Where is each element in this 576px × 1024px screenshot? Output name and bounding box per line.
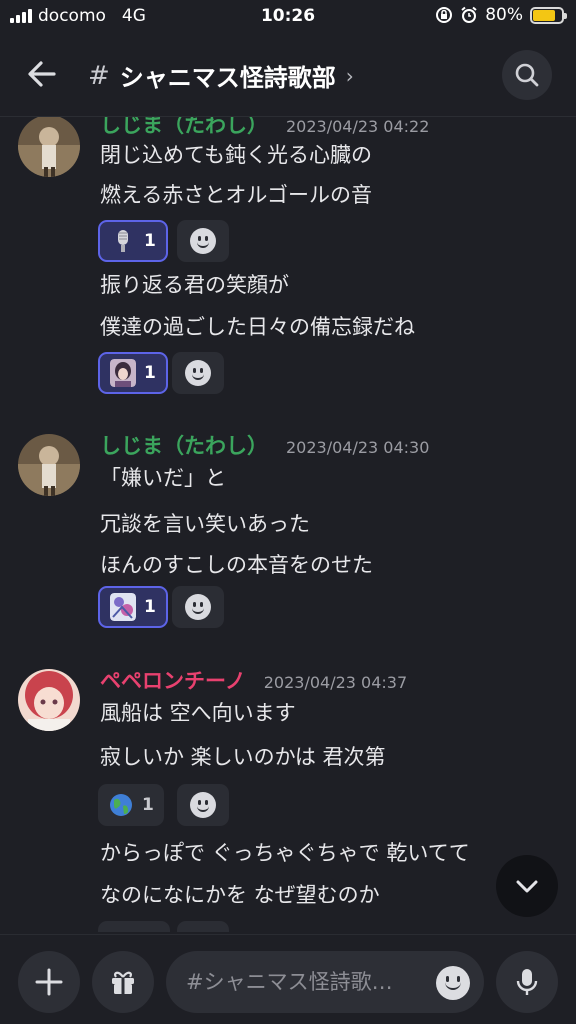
message-line: 燃える赤さとオルゴールの音 <box>100 183 372 207</box>
plus-icon <box>35 968 63 996</box>
channel-name: シャニマス怪詩歌部 <box>119 64 336 92</box>
add-reaction-button[interactable] <box>177 220 229 262</box>
message-line: からっぽで ぐっちゃぐちゃで 乾いてて <box>100 841 470 865</box>
message-input-container[interactable] <box>166 951 484 1013</box>
avatar[interactable] <box>18 434 80 496</box>
chevron-down-icon <box>516 880 538 893</box>
reaction-button[interactable]: 1 <box>98 586 168 628</box>
avatar[interactable] <box>18 669 80 731</box>
add-attachment-button[interactable] <box>18 951 80 1013</box>
chevron-right-icon: › <box>345 63 354 88</box>
search-icon <box>515 63 539 87</box>
jump-to-bottom-button[interactable] <box>496 855 558 917</box>
author-name[interactable]: ペペロンチーノ <box>100 665 246 695</box>
message-line: 振り返る君の笑顔が <box>100 273 289 297</box>
add-reaction-button[interactable] <box>177 784 229 826</box>
message-line: 僕達の過ごした日々の備忘録だね <box>100 315 415 339</box>
message-line: 寂しいか 楽しいのかは 君次第 <box>100 745 386 769</box>
back-button[interactable] <box>24 56 60 92</box>
timestamp: 2023/04/23 04:30 <box>286 438 430 457</box>
microphone-icon <box>516 969 538 995</box>
gift-button[interactable] <box>92 951 154 1013</box>
smiley-icon <box>185 594 211 620</box>
voice-message-button[interactable] <box>496 951 558 1013</box>
message-line: ほんのすこしの本音をのせた <box>100 553 373 577</box>
reaction-button-partial[interactable] <box>98 921 170 932</box>
author-name[interactable]: しじま（たわし） <box>100 117 268 139</box>
add-reaction-button[interactable] <box>172 352 224 394</box>
message-list[interactable]: しじま（たわし） 2023/04/23 04:22 閉じ込めても鈍く光る心臓の … <box>0 117 576 932</box>
reaction-count: 1 <box>142 795 154 815</box>
microphone-icon <box>110 227 136 255</box>
battery-percent: 80% <box>485 5 523 25</box>
add-reaction-button-partial[interactable] <box>177 921 229 932</box>
author-line: ペペロンチーノ 2023/04/23 04:37 <box>100 665 407 695</box>
reaction-count: 1 <box>144 597 156 617</box>
globe-icon <box>110 794 132 816</box>
timestamp: 2023/04/23 04:22 <box>286 117 430 136</box>
reaction-count: 1 <box>144 231 156 251</box>
battery-icon <box>530 6 567 24</box>
smiley-icon <box>185 360 211 386</box>
search-button[interactable] <box>502 50 552 100</box>
message-line: なのになにかを なぜ望むのか <box>100 883 380 907</box>
composer-bar <box>0 934 576 1024</box>
alarm-icon <box>461 6 477 23</box>
message-line: 閉じ込めても鈍く光る心臓の <box>100 143 372 167</box>
message-line: 「嫌いだ」と <box>100 466 226 490</box>
girl-portrait-icon <box>110 359 136 387</box>
message-line: 風船は 空へ向います <box>100 701 296 725</box>
channel-title[interactable]: # シャニマス怪詩歌部 › <box>88 58 354 93</box>
reaction-count: 1 <box>144 363 156 383</box>
smiley-icon <box>190 792 216 818</box>
author-line: しじま（たわし） 2023/04/23 04:22 <box>100 117 429 139</box>
hash-icon: # <box>88 60 110 91</box>
smiley-icon <box>190 228 216 254</box>
author-line: しじま（たわし） 2023/04/23 04:30 <box>100 430 429 460</box>
avatar[interactable] <box>18 117 80 177</box>
reaction-button[interactable]: 1 <box>98 220 168 262</box>
channel-header: # シャニマス怪詩歌部 › <box>0 40 576 110</box>
reaction-button[interactable]: 1 <box>98 784 164 826</box>
status-right: 80% <box>435 5 567 25</box>
message-line: 冗談を言い笑いあった <box>100 512 310 536</box>
gift-icon <box>112 971 134 994</box>
message-input[interactable] <box>186 970 426 994</box>
arrow-left-icon <box>28 61 56 87</box>
character-art-icon <box>110 593 136 621</box>
timestamp: 2023/04/23 04:37 <box>263 673 408 692</box>
emoji-picker-icon[interactable] <box>436 966 470 1000</box>
author-name[interactable]: しじま（たわし） <box>100 430 268 460</box>
status-bar: docomo 4G 10:26 80% <box>0 0 576 34</box>
rotation-lock-icon <box>436 7 453 23</box>
add-reaction-button[interactable] <box>172 586 224 628</box>
reaction-button[interactable]: 1 <box>98 352 168 394</box>
